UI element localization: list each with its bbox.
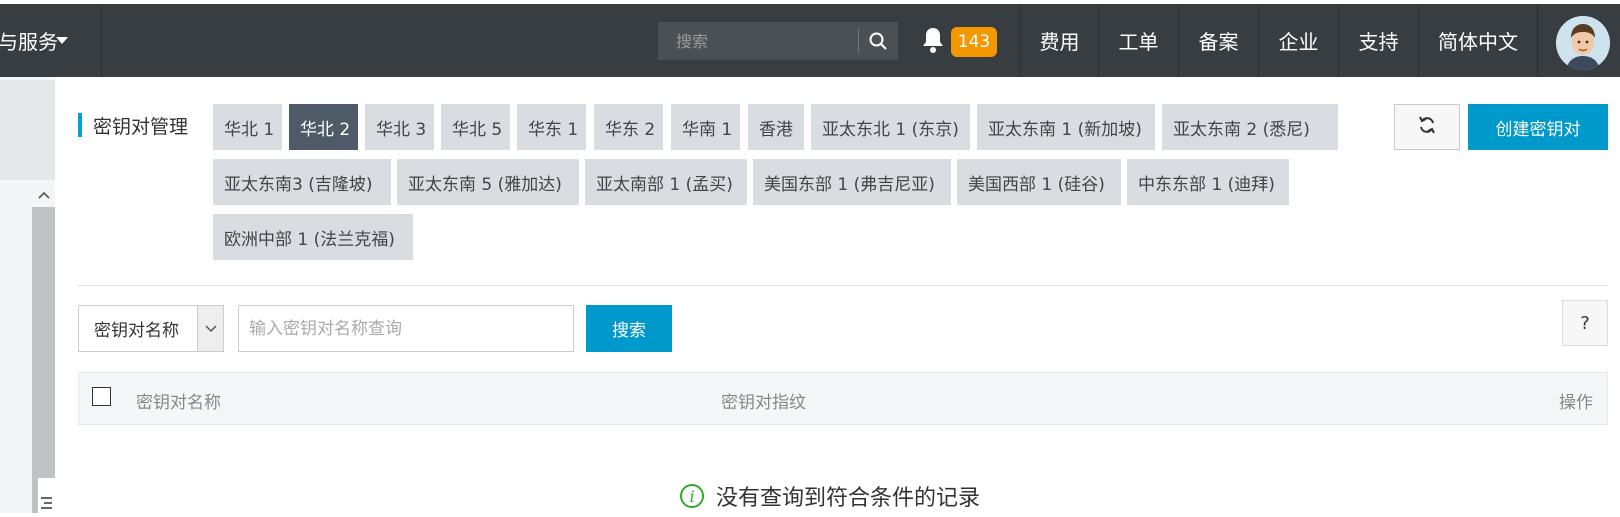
region-tab[interactable]: 亚太南部 1 (孟买) (585, 159, 747, 205)
section-divider (78, 285, 1608, 286)
nav-enterprise[interactable]: 企业 (1258, 4, 1338, 77)
table-header: 密钥对名称 密钥对指纹 操作 (78, 372, 1608, 425)
search-button[interactable]: 搜索 (586, 305, 672, 352)
left-sidebar (0, 77, 55, 513)
search-field-select[interactable]: 密钥对名称 (78, 305, 224, 352)
sidebar-collapse-toggle[interactable] (38, 478, 55, 513)
region-tab[interactable]: 中东东部 1 (迪拜) (1127, 159, 1289, 205)
column-header-name: 密钥对名称 (136, 393, 221, 413)
title-accent-bar (78, 113, 82, 137)
top-navigation-bar: 与服务 143 费用 工单 备案 企业 支持 简体中文 (0, 4, 1620, 77)
caret-down-icon (56, 37, 68, 44)
bell-icon[interactable] (922, 26, 944, 54)
create-key-pair-button[interactable]: 创建密钥对 (1468, 104, 1608, 150)
region-tab[interactable]: 亚太东南 1 (新加坡) (977, 104, 1155, 150)
empty-state-message: 没有查询到符合条件的记录 (716, 486, 981, 511)
key-pair-name-input[interactable] (238, 305, 574, 352)
nav-billing[interactable]: 费用 (1020, 4, 1098, 77)
global-search-input[interactable] (658, 31, 858, 51)
help-button[interactable]: ? (1562, 300, 1608, 346)
region-tab[interactable]: 亚太东北 1 (东京) (811, 104, 970, 150)
search-field-select-value: 密钥对名称 (94, 321, 179, 341)
region-tab[interactable]: 华东 2 (594, 104, 663, 150)
info-icon: i (680, 484, 704, 508)
notification-count-badge[interactable]: 143 (951, 27, 997, 57)
region-tab[interactable]: 美国东部 1 (弗吉尼亚) (753, 159, 951, 205)
nav-icp-filing[interactable]: 备案 (1178, 4, 1258, 77)
column-header-actions: 操作 (1559, 393, 1593, 413)
products-menu[interactable]: 与服务 (0, 4, 102, 77)
column-header-fingerprint: 密钥对指纹 (721, 393, 806, 413)
products-menu-label: 与服务 (0, 30, 58, 54)
sidebar-scrollbar[interactable] (32, 187, 55, 513)
region-tab[interactable]: 欧洲中部 1 (法兰克福) (213, 214, 413, 260)
region-tab[interactable]: 亚太东南 2 (悉尼) (1162, 104, 1338, 150)
global-search (658, 22, 898, 60)
region-tab[interactable]: 华北 1 (213, 104, 282, 150)
region-tab-active[interactable]: 华北 2 (289, 104, 358, 150)
refresh-button[interactable] (1394, 104, 1460, 150)
region-tab[interactable]: 华南 1 (671, 104, 740, 150)
refresh-icon (1417, 115, 1437, 139)
region-tab[interactable]: 香港 (748, 104, 804, 150)
search-icon[interactable] (859, 22, 898, 60)
page-title: 密钥对管理 (93, 116, 189, 138)
region-tab[interactable]: 亚太东南 5 (雅加达) (397, 159, 579, 205)
region-tab[interactable]: 美国西部 1 (硅谷) (957, 159, 1121, 205)
region-tab[interactable]: 华东 1 (517, 104, 586, 150)
nav-support[interactable]: 支持 (1338, 4, 1418, 77)
chevron-down-icon (197, 306, 223, 351)
empty-state: i 没有查询到符合条件的记录 (680, 480, 980, 512)
chevron-up-icon[interactable] (32, 183, 55, 207)
region-tab[interactable]: 亚太东南3 (吉隆坡) (213, 159, 391, 205)
sidebar-header-block (0, 80, 55, 180)
nav-tickets[interactable]: 工单 (1098, 4, 1178, 77)
region-tab[interactable]: 华北 5 (441, 104, 510, 150)
select-all-checkbox[interactable] (92, 387, 111, 406)
user-avatar[interactable] (1556, 16, 1610, 70)
region-tab[interactable]: 华北 3 (365, 104, 434, 150)
nav-language[interactable]: 简体中文 (1418, 4, 1538, 77)
